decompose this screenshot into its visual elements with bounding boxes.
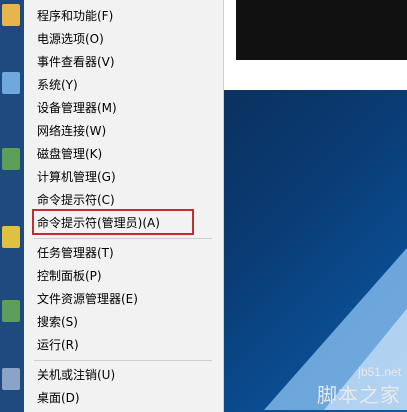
menu-item-label: 电源选项(O) [37,32,104,46]
menu-item-task-manager[interactable]: 任务管理器(T) [24,242,224,264]
menu-item-run[interactable]: 运行(R) [24,334,224,356]
menu-item-label: 搜索(S) [37,315,78,329]
desktop-background: jb51.net 脚本之家 [224,0,407,412]
desktop-icon[interactable] [2,72,20,94]
desktop-icon[interactable] [2,148,20,170]
menu-item-label: 任务管理器(T) [37,246,114,260]
winx-context-menu: 程序和功能(F) 电源选项(O) 事件查看器(V) 系统(Y) 设备管理器(M)… [24,0,224,412]
menu-item-label: 控制面板(P) [37,269,102,283]
desktop-icon[interactable] [2,226,20,248]
menu-item-device-manager[interactable]: 设备管理器(M) [24,97,224,119]
menu-item-system[interactable]: 系统(Y) [24,74,224,96]
menu-item-disk-management[interactable]: 磁盘管理(K) [24,143,224,165]
menu-item-label: 磁盘管理(K) [37,147,103,161]
menu-separator [34,360,212,361]
menu-item-label: 文件资源管理器(E) [37,292,138,306]
desktop-left-edge [0,0,24,412]
menu-item-file-explorer[interactable]: 文件资源管理器(E) [24,288,224,310]
menu-item-label: 程序和功能(F) [37,9,114,23]
menu-item-power-options[interactable]: 电源选项(O) [24,28,224,50]
menu-item-label: 网络连接(W) [37,124,107,138]
highlight-box [32,209,194,235]
menu-item-label: 系统(Y) [37,78,78,92]
menu-item-search[interactable]: 搜索(S) [24,311,224,333]
desktop-icon[interactable] [2,4,20,26]
menu-item-label: 桌面(D) [37,391,80,405]
menu-item-label: 运行(R) [37,338,79,352]
menu-item-shutdown-signout[interactable]: 关机或注销(U) [24,364,224,386]
menu-item-network-connections[interactable]: 网络连接(W) [24,120,224,142]
menu-item-control-panel[interactable]: 控制面板(P) [24,265,224,287]
menu-item-label: 事件查看器(V) [37,55,115,69]
desktop-icon[interactable] [2,300,20,322]
desktop-icon[interactable] [2,368,20,390]
menu-item-computer-management[interactable]: 计算机管理(G) [24,166,224,188]
menu-item-programs-features[interactable]: 程序和功能(F) [24,5,224,27]
menu-separator [34,238,212,239]
menu-item-label: 命令提示符(C) [37,193,115,207]
watermark-url: jb51.net [358,365,401,379]
menu-item-event-viewer[interactable]: 事件查看器(V) [24,51,224,73]
menu-item-desktop[interactable]: 桌面(D) [24,387,224,409]
menu-item-command-prompt[interactable]: 命令提示符(C) [24,189,224,211]
menu-item-label: 设备管理器(M) [37,101,117,115]
watermark: jb51.net 脚本之家 [317,365,401,408]
menu-item-label: 计算机管理(G) [37,170,116,184]
menu-item-label: 关机或注销(U) [37,368,116,382]
desktop-dark-panel [236,0,407,60]
watermark-title: 脚本之家 [317,383,401,407]
